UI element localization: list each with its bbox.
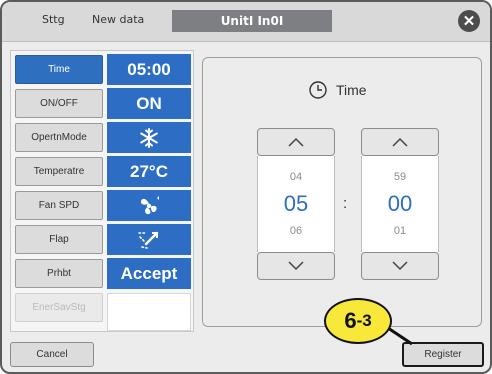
callout-pointer <box>387 326 413 346</box>
step-callout-badge: 6 -3 <box>324 298 392 344</box>
step-substep: -3 <box>356 311 372 330</box>
step-number: 6 <box>344 308 357 333</box>
settings-window: Sttg New data UnitI In0I ✕ Time ON/OFF O… <box>0 0 492 374</box>
